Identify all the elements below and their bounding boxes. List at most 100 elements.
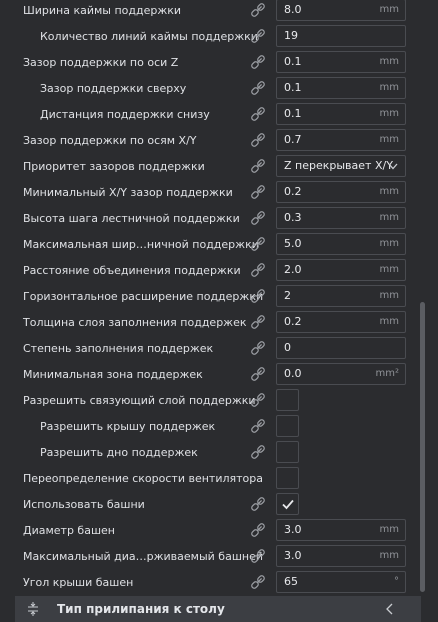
setting-value: 8.0 [284,3,302,16]
setting-input[interactable]: 0 [276,337,406,359]
setting-input[interactable]: 5.0 mm [276,233,406,255]
link-icon[interactable] [250,2,266,18]
link-icon[interactable] [250,158,266,174]
setting-input[interactable]: 65 ° [276,571,406,593]
link-icon[interactable] [250,184,266,200]
setting-checkbox[interactable] [276,389,299,411]
setting-unit: mm [379,238,399,249]
setting-row: Расстояние объединения поддержки 2.0 mm [0,258,438,284]
setting-label: Приоритет зазоров поддержки [23,160,205,173]
setting-row: Приоритет зазоров поддержки Z перекрывает… [0,154,438,180]
setting-row: Минимальный X/Y зазор поддержки 0.2 mm [0,180,438,206]
section-title: Тип прилипания к столу [57,602,225,616]
setting-value: 0.3 [284,211,302,224]
setting-unit: mm [379,524,399,535]
setting-unit: mm [379,134,399,145]
setting-value: 0.1 [284,107,302,120]
setting-label: Максимальная шир…ничной поддержки [23,238,259,251]
link-icon[interactable] [250,236,266,252]
setting-unit: mm [379,186,399,197]
setting-row: Ширина каймы поддержки 8.0 mm [0,0,438,24]
setting-row: Количество линий каймы поддержки 19 [0,24,438,50]
setting-input[interactable]: 0.2 mm [276,311,406,333]
setting-checkbox[interactable] [276,493,299,515]
setting-row: Зазор поддержки по оси Z 0.1 mm [0,50,438,76]
setting-label: Зазор поддержки сверху [40,82,187,95]
link-icon[interactable] [250,262,266,278]
setting-input[interactable]: 3.0 mm [276,519,406,541]
chevron-down-icon [388,160,398,173]
link-icon[interactable] [250,418,266,434]
setting-checkbox[interactable] [276,467,299,489]
setting-input[interactable]: 2.0 mm [276,259,406,281]
link-icon[interactable] [250,106,266,122]
setting-value: 2.0 [284,263,302,276]
setting-unit: mm [379,264,399,275]
setting-dropdown[interactable]: Z перекрывает X/Y [276,155,406,177]
setting-input[interactable]: 0.7 mm [276,129,406,151]
setting-input[interactable]: 8.0 mm [276,0,406,21]
setting-row: Переопределение скорости вентилятора [0,466,438,492]
setting-input[interactable]: 19 [276,25,406,47]
setting-value: 0.1 [284,55,302,68]
setting-unit: mm [379,316,399,327]
link-icon[interactable] [250,54,266,70]
link-icon[interactable] [250,444,266,460]
setting-label: Минимальный X/Y зазор поддержки [23,186,233,199]
setting-input[interactable]: 2 mm [276,285,406,307]
link-icon[interactable] [250,496,266,512]
setting-input[interactable]: 0.1 mm [276,77,406,99]
setting-label: Расстояние объединения поддержки [23,264,241,277]
setting-value: 3.0 [284,523,302,536]
link-icon[interactable] [250,132,266,148]
setting-unit: mm [379,108,399,119]
setting-value: 3.0 [284,549,302,562]
chevron-left-icon[interactable] [386,603,394,618]
setting-value: 0.2 [284,185,302,198]
setting-value: 0.2 [284,315,302,328]
setting-label: Количество линий каймы поддержки [40,30,258,43]
section-header-bed-adhesion[interactable]: Тип прилипания к столу [15,596,421,622]
setting-checkbox[interactable] [276,415,299,437]
link-icon[interactable] [250,574,266,590]
setting-label: Разрешить крышу поддержек [40,420,216,433]
setting-row: Зазор поддержки сверху 0.1 mm [0,76,438,102]
setting-row: Диаметр башен 3.0 mm [0,518,438,544]
setting-label: Переопределение скорости вентилятора [23,472,263,485]
setting-row: Разрешить связующий слой поддержки [0,388,438,414]
setting-row: Разрешить крышу поддержек [0,414,438,440]
setting-row: Разрешить дно поддержек [0,440,438,466]
link-icon[interactable] [250,28,266,44]
setting-value: 2 [284,289,291,302]
setting-input[interactable]: 0.1 mm [276,103,406,125]
setting-label: Использовать башни [23,498,145,511]
setting-label: Минимальная зона поддержек [23,368,203,381]
link-icon[interactable] [250,366,266,382]
setting-checkbox[interactable] [276,441,299,463]
link-icon[interactable] [250,80,266,96]
setting-input[interactable]: 3.0 mm [276,545,406,567]
link-icon[interactable] [250,210,266,226]
setting-input[interactable]: 0.0 mm² [276,363,406,385]
setting-input[interactable]: 0.3 mm [276,207,406,229]
setting-row: Степень заполнения поддержек 0 [0,336,438,362]
setting-value: 0.1 [284,81,302,94]
setting-label: Степень заполнения поддержек [23,342,214,355]
setting-input[interactable]: 0.1 mm [276,51,406,73]
link-icon[interactable] [250,548,266,564]
setting-label: Ширина каймы поддержки [23,4,182,17]
setting-value: 0.0 [284,367,302,380]
setting-unit: mm [379,82,399,93]
setting-input[interactable]: 0.2 mm [276,181,406,203]
setting-row: Дистанция поддержки снизу 0.1 mm [0,102,438,128]
link-icon[interactable] [250,340,266,356]
setting-row: Максимальный диа…рживаемый башней 3.0 mm [0,544,438,570]
link-icon[interactable] [250,288,266,304]
link-icon[interactable] [250,314,266,330]
link-icon[interactable] [250,392,266,408]
setting-row: Толщина слоя заполнения поддержек 0.2 mm [0,310,438,336]
setting-label: Горизонтальное расширение поддержки [23,290,264,303]
scrollbar-thumb[interactable] [420,302,425,592]
setting-value: Z перекрывает X/Y [284,159,393,172]
link-icon[interactable] [250,522,266,538]
